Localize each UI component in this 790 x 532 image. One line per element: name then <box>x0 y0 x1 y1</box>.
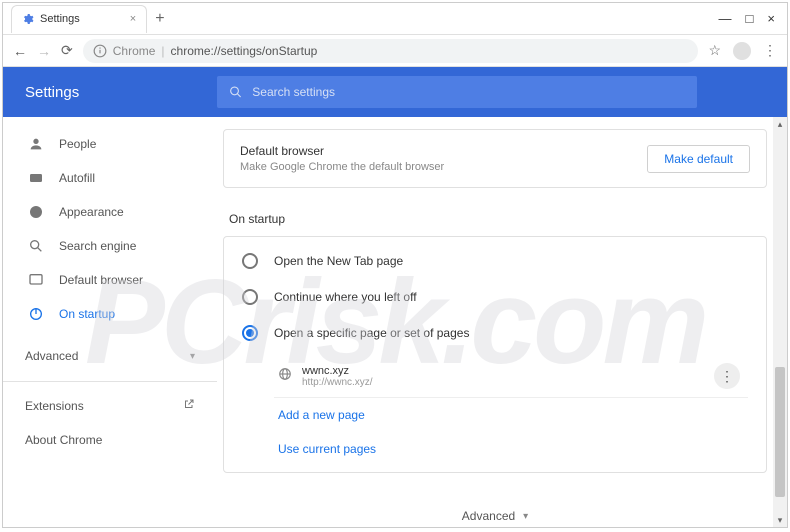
on-startup-card: Open the New Tab page Continue where you… <box>223 236 767 473</box>
address-bar[interactable]: Chrome | chrome://settings/onStartup <box>83 39 699 63</box>
bookmark-star-icon[interactable]: ☆ <box>708 42 721 59</box>
search-settings-box[interactable] <box>217 76 697 108</box>
startup-option-specific-pages[interactable]: Open a specific page or set of pages <box>224 315 766 351</box>
radio-label: Open the New Tab page <box>274 254 403 268</box>
palette-icon <box>27 203 45 221</box>
sidebar-item-label: Autofill <box>59 171 95 185</box>
sidebar-item-on-startup[interactable]: On startup <box>3 297 217 331</box>
sidebar-item-appearance[interactable]: Appearance <box>3 195 217 229</box>
sidebar-item-label: On startup <box>59 307 115 321</box>
search-icon <box>27 237 45 255</box>
scroll-up-arrow[interactable]: ▴ <box>773 117 787 131</box>
sidebar-item-about[interactable]: About Chrome <box>3 423 217 457</box>
browser-toolbar: ← → ⟳ Chrome | chrome://settings/onStart… <box>3 35 787 67</box>
sidebar-item-label: Search engine <box>59 239 136 253</box>
external-link-icon <box>183 398 195 413</box>
radio-icon <box>242 253 258 269</box>
sidebar-item-people[interactable]: People <box>3 127 217 161</box>
sidebar-item-search-engine[interactable]: Search engine <box>3 229 217 263</box>
globe-icon <box>278 367 292 386</box>
add-new-page-link[interactable]: Add a new page <box>224 398 766 432</box>
page-more-button[interactable]: ⋮ <box>714 363 740 389</box>
divider <box>3 381 217 382</box>
autofill-icon <box>27 169 45 187</box>
window-titlebar: Settings × + — □ × <box>3 3 787 35</box>
advanced-footer-label: Advanced <box>462 509 515 523</box>
new-tab-button[interactable]: + <box>155 10 164 28</box>
page-title: Settings <box>3 84 217 101</box>
advanced-label: Advanced <box>25 349 78 363</box>
default-browser-title: Default browser <box>240 144 444 158</box>
scroll-down-arrow[interactable]: ▾ <box>773 513 787 527</box>
reload-button[interactable]: ⟳ <box>61 42 73 59</box>
back-button[interactable]: ← <box>13 43 27 59</box>
forward-button[interactable]: → <box>37 43 51 59</box>
window-close-button[interactable]: × <box>767 11 775 26</box>
sidebar-item-default-browser[interactable]: Default browser <box>3 263 217 297</box>
default-browser-card: Default browser Make Google Chrome the d… <box>223 129 767 188</box>
maximize-button[interactable]: □ <box>746 11 754 26</box>
startup-page-url: http://wwnc.xyz/ <box>302 377 704 388</box>
sidebar-item-label: People <box>59 137 96 151</box>
chevron-down-icon: ▾ <box>523 511 528 522</box>
sidebar-item-label: Default browser <box>59 273 143 287</box>
browser-icon <box>27 271 45 289</box>
gear-icon <box>22 13 34 25</box>
startup-option-newtab[interactable]: Open the New Tab page <box>224 243 766 279</box>
radio-label: Continue where you left off <box>274 290 417 304</box>
tab-title: Settings <box>40 13 80 25</box>
info-icon <box>93 44 107 58</box>
profile-avatar[interactable] <box>733 42 751 60</box>
chevron-down-icon: ▾ <box>190 351 195 362</box>
power-icon <box>27 305 45 323</box>
settings-sidebar: People Autofill Appearance Search engine… <box>3 117 217 527</box>
sidebar-item-label: Appearance <box>59 205 124 219</box>
startup-option-continue[interactable]: Continue where you left off <box>224 279 766 315</box>
startup-page-row: wwnc.xyz http://wwnc.xyz/ ⋮ <box>274 355 748 398</box>
search-input[interactable] <box>252 85 685 99</box>
scroll-thumb[interactable] <box>775 367 785 497</box>
radio-label: Open a specific page or set of pages <box>274 326 469 340</box>
minimize-button[interactable]: — <box>719 11 732 26</box>
sidebar-item-extensions[interactable]: Extensions <box>3 388 217 423</box>
sidebar-item-autofill[interactable]: Autofill <box>3 161 217 195</box>
sidebar-advanced-toggle[interactable]: Advanced ▾ <box>3 337 217 375</box>
kebab-icon: ⋮ <box>720 368 734 385</box>
browser-tab-settings[interactable]: Settings × <box>11 5 147 33</box>
radio-icon-selected <box>242 325 258 341</box>
startup-page-name: wwnc.xyz <box>302 365 704 377</box>
extensions-label: Extensions <box>25 399 84 413</box>
person-icon <box>27 135 45 153</box>
default-browser-subtitle: Make Google Chrome the default browser <box>240 161 444 173</box>
url-path: chrome://settings/onStartup <box>171 44 318 58</box>
close-icon[interactable]: × <box>130 13 136 25</box>
about-label: About Chrome <box>25 433 102 447</box>
kebab-menu-icon[interactable]: ⋮ <box>763 42 777 59</box>
section-heading-on-startup: On startup <box>223 208 767 236</box>
make-default-button[interactable]: Make default <box>647 145 750 173</box>
settings-main: Default browser Make Google Chrome the d… <box>217 117 787 527</box>
url-scheme: Chrome <box>113 44 156 58</box>
radio-icon <box>242 289 258 305</box>
advanced-footer-toggle[interactable]: Advanced ▾ <box>223 493 767 527</box>
vertical-scrollbar[interactable]: ▴ ▾ <box>773 117 787 527</box>
settings-header: Settings <box>3 67 787 117</box>
use-current-pages-link[interactable]: Use current pages <box>224 432 766 466</box>
search-icon <box>229 85 242 99</box>
